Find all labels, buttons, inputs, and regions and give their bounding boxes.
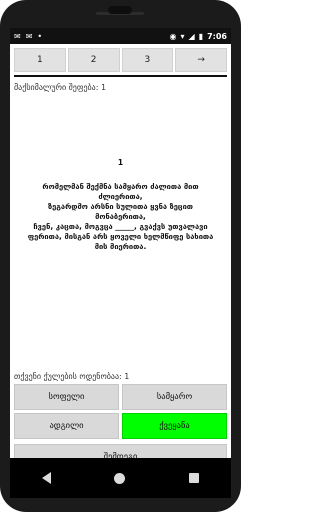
answer-button-3[interactable]: ადგილი (14, 413, 119, 439)
front-camera (108, 6, 132, 14)
notification-dot-icon: • (37, 31, 43, 41)
status-left-icons: ✉ ✉ • (14, 32, 42, 41)
question-tabs: 1 2 3 → (14, 48, 227, 72)
answer-button-1[interactable]: სოფელი (14, 384, 119, 410)
tab-question-1[interactable]: 1 (14, 48, 66, 72)
location-icon: ◉ (169, 31, 177, 41)
tab-question-3[interactable]: 3 (121, 48, 174, 72)
answer-grid: სოფელი სამყარო ადგილი ქვეყანა (14, 384, 227, 439)
poem-line: ძლიერითა, (98, 192, 143, 201)
poem-line: ფერითა, მისგან არს ყოველი ხელმწიფე სახით… (27, 232, 214, 241)
score-label: თქვენი ქულების ოდენობაა: 1 (14, 372, 130, 381)
max-score-text: მაქსიმალური შეფება: 1 (14, 83, 107, 92)
question-number: 1 (117, 158, 124, 167)
home-icon[interactable] (114, 472, 126, 484)
poem-line: ჩვენ, კაცთა, მოგვცა _____, გვაქვს უთვალა… (33, 222, 208, 231)
signal-icon: ◢ (188, 31, 195, 41)
poem-line: მონაბერითა, (95, 212, 146, 221)
tab-question-2[interactable]: 2 (67, 48, 120, 72)
battery-icon: ▮ (198, 31, 204, 41)
status-time: 7:06 (207, 31, 227, 41)
tabs-divider (14, 75, 227, 77)
answer-button-2[interactable]: სამყარო (122, 384, 227, 410)
recents-icon[interactable] (189, 473, 200, 483)
app-screen: 1 2 3 → მაქსიმალური შეფება: 1 1 რომელმან… (10, 28, 231, 498)
poem-line: მის მიერითა. (94, 242, 147, 251)
back-icon[interactable] (41, 472, 51, 484)
question-text: 1 რომელმან შექმნა სამყარო ძალითა მით ძლი… (14, 158, 227, 252)
android-nav-bar (10, 458, 231, 498)
phone-frame: ✉ ✉ • ◉ ▾ ◢ ▮ 7:06 1 2 3 → მაქსიმალური შ… (0, 0, 241, 512)
tab-next-arrow[interactable]: → (175, 48, 227, 72)
poem-line: ზეგარდმო არსნი სულითა ყვნა ზეცით (47, 202, 194, 211)
answer-button-4-correct[interactable]: ქვეყანა (122, 413, 227, 439)
message-icon: ✉ (14, 31, 21, 41)
status-right-icons: ◉ ▾ ◢ ▮ 7:06 (170, 32, 227, 41)
wifi-icon: ▾ (180, 31, 185, 41)
poem-line: რომელმან შექმნა სამყარო ძალითა მით (42, 182, 199, 191)
message-icon: ✉ (25, 31, 33, 41)
status-bar: ✉ ✉ • ◉ ▾ ◢ ▮ 7:06 (10, 28, 231, 44)
